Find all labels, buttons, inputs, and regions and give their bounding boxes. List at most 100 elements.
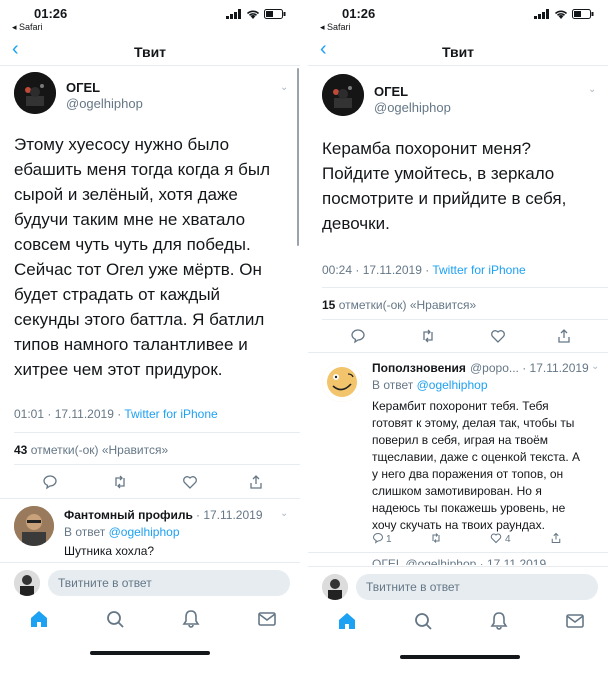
tweet-navbar: ‹ Твит — [0, 36, 300, 66]
tweet-line: Керамба похоронит меня? — [322, 139, 532, 158]
tweet-timestamp: 00:24 · 17.11.2019 · — [322, 263, 433, 277]
author-name[interactable]: OГEL — [374, 84, 408, 99]
reply-count: 1 — [386, 534, 392, 545]
like-icon[interactable] — [490, 532, 502, 544]
tweet-line: секунды этого баттла. Я батлил — [14, 310, 265, 329]
divider — [322, 287, 608, 288]
likes-number: 15 — [322, 298, 336, 312]
home-indicator[interactable] — [90, 651, 210, 655]
tweet-line: будет страдать от каждый — [14, 285, 221, 304]
home-indicator[interactable] — [400, 655, 520, 659]
reply-input[interactable]: Твитните в ответ — [48, 570, 290, 596]
page-title: Твит — [133, 44, 167, 60]
tweet-line: совсем чуть чуть для победы. — [14, 235, 251, 254]
like-icon[interactable] — [490, 328, 506, 344]
reply-to-handle[interactable]: @ogelhiphop — [109, 525, 180, 539]
divider — [14, 432, 300, 433]
battery-icon — [572, 9, 594, 19]
tweet-timestamp: 01:01 · 17.11.2019 · — [14, 407, 125, 421]
reply-composer: Твитните в ответ — [0, 562, 300, 602]
right-screenshot: 01:26 ◂ Safari ‹ Твит OГEL @ogelhiphop ⌄… — [308, 0, 608, 680]
reply-author-name[interactable]: Фантомный профиль — [64, 508, 193, 522]
search-icon[interactable] — [104, 608, 126, 630]
chevron-down-icon[interactable]: ⌄ — [280, 508, 288, 519]
messages-icon[interactable] — [256, 608, 278, 630]
back-to-safari-link[interactable]: ◂ Safari — [320, 22, 351, 33]
avatar-photo — [14, 72, 56, 114]
reply-input[interactable]: Твитните в ответ — [356, 574, 598, 600]
share-icon[interactable] — [550, 532, 562, 544]
left-screenshot: 01:26 ◂ Safari ‹ Твит OГEL @ogelhiphop ⌄… — [0, 0, 300, 680]
tweet-line: девочки. — [322, 214, 390, 233]
reply-avatar-photo — [14, 506, 54, 546]
tweet-navbar: ‹ Твит — [308, 36, 608, 66]
wifi-icon — [554, 10, 568, 19]
reply-line: слишком замотивирован. Но я — [372, 484, 542, 498]
retweet-icon[interactable] — [112, 474, 128, 490]
reply-to-handle[interactable]: @ogelhiphop — [417, 378, 488, 392]
divider — [14, 464, 300, 465]
system-icons — [534, 9, 594, 19]
reply-line: тщеславии, даже с оценкой текста. А — [372, 450, 581, 464]
notifications-icon[interactable] — [180, 608, 202, 630]
likes-label: отметки(-ок) «Нравится» — [27, 443, 169, 457]
reply-text: Керамбит похоронит тебя. Тебя готовят к … — [372, 398, 604, 534]
back-to-safari-link[interactable]: ◂ Safari — [12, 22, 43, 33]
avatar[interactable] — [14, 72, 56, 114]
likes-count[interactable]: 43 отметки(-ок) «Нравится» — [14, 443, 168, 457]
tweet-meta: 00:24 · 17.11.2019 · Twitter for iPhone — [322, 263, 526, 277]
reply-avatar-meme-face — [322, 362, 362, 402]
status-bar: 01:26 ◂ Safari — [308, 0, 608, 36]
reply-avatar[interactable] — [14, 506, 54, 546]
reply-line: Керамбит похоронит тебя. Тебя — [372, 399, 549, 413]
notifications-icon[interactable] — [488, 610, 510, 632]
composer-avatar — [322, 574, 348, 600]
battery-icon — [264, 9, 286, 19]
retweet-icon[interactable] — [420, 328, 436, 344]
author-handle[interactable]: @ogelhiphop — [374, 100, 451, 115]
author-handle[interactable]: @ogelhiphop — [66, 96, 143, 111]
reply-line: готовят к этому, делая так, чтобы ты — [372, 416, 575, 430]
retweet-icon[interactable] — [430, 532, 442, 544]
share-icon[interactable] — [248, 474, 264, 490]
reply-handle-date: @popo... · 17.11.2019 — [470, 361, 589, 375]
reply-to-prefix: В ответ — [372, 378, 417, 392]
messages-icon[interactable] — [564, 610, 586, 632]
tweet-line: типов намного талантливее и — [14, 335, 248, 354]
search-icon[interactable] — [412, 610, 434, 632]
tweet-text: Керамба похоронит меня? Пойдите умойтесь… — [322, 136, 606, 236]
reply-icon[interactable] — [372, 532, 384, 544]
reply-line: поверил в себя, играя на твоём — [372, 433, 549, 447]
tab-bar — [308, 608, 608, 642]
reply-author-name[interactable]: Поползновения — [372, 361, 466, 375]
divider — [308, 552, 608, 553]
status-time: 01:26 — [34, 6, 68, 21]
reply-line: хочу скучать на твоих раундах. — [372, 518, 545, 532]
author-name[interactable]: OГEL — [66, 80, 100, 95]
chevron-down-icon[interactable]: ⌄ — [280, 82, 288, 93]
status-time: 01:26 — [342, 6, 376, 21]
tweet-source-link[interactable]: Twitter for iPhone — [432, 263, 525, 277]
chevron-down-icon[interactable]: ⌄ — [591, 361, 599, 372]
reply-to: В ответ @ogelhiphop — [64, 525, 180, 539]
home-icon[interactable] — [336, 610, 358, 632]
like-icon[interactable] — [182, 474, 198, 490]
avatar[interactable] — [322, 74, 364, 116]
tab-bar — [0, 604, 300, 638]
home-icon[interactable] — [28, 608, 50, 630]
tweet-line: сырой и зелёный, хотя даже — [14, 185, 238, 204]
tweet-line: будучи таким мне не хватало — [14, 210, 246, 229]
system-icons — [226, 9, 286, 19]
divider — [308, 352, 608, 353]
page-title: Твит — [441, 44, 475, 60]
reply-icon[interactable] — [350, 328, 366, 344]
reply-avatar[interactable] — [322, 362, 362, 402]
reply-line: надеюсь ты покажешь уровень, не — [372, 501, 566, 515]
share-icon[interactable] — [556, 328, 572, 344]
chevron-down-icon[interactable]: ⌄ — [588, 84, 596, 95]
signal-icon — [226, 9, 241, 19]
reply-icon[interactable] — [42, 474, 58, 490]
composer-avatar-photo — [14, 570, 40, 596]
likes-count[interactable]: 15 отметки(-ок) «Нравится» — [322, 298, 476, 312]
tweet-source-link[interactable]: Twitter for iPhone — [124, 407, 217, 421]
